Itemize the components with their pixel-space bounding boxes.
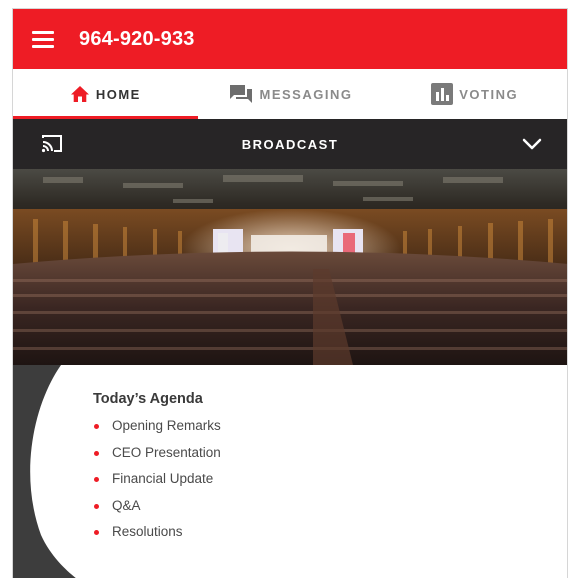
agenda-item: CEO Presentation: [93, 440, 221, 467]
agenda-list: Opening Remarks CEO Presentation Financi…: [93, 413, 221, 546]
bar-chart-icon: [431, 83, 454, 105]
tab-home-label: HOME: [95, 86, 141, 102]
tab-messaging[interactable]: MESSAGING: [198, 69, 383, 119]
home-icon: [70, 86, 89, 102]
agenda-item: Resolutions: [93, 519, 221, 546]
agenda-item: Opening Remarks: [93, 413, 221, 440]
broadcast-label: BROADCAST: [241, 136, 339, 152]
chevron-down-icon[interactable]: [521, 134, 543, 154]
header-title: 964-920-933: [79, 27, 195, 50]
tab-bar: HOME MESSAGING VOTING: [13, 69, 567, 119]
hamburger-menu-icon[interactable]: [19, 9, 67, 69]
agenda-section: Today’s Agenda Opening Remarks CEO Prese…: [13, 365, 567, 578]
agenda-title: Today’s Agenda: [93, 391, 203, 407]
agenda: Today’s Agenda Opening Remarks CEO Prese…: [93, 391, 221, 546]
header-bar: 964-920-933: [13, 9, 567, 69]
cast-icon[interactable]: [41, 134, 63, 154]
agenda-item: Financial Update: [93, 466, 221, 493]
tab-home[interactable]: HOME: [13, 69, 198, 119]
chat-icon: [229, 85, 252, 103]
app-frame: 964-920-933 HOME MESSAGING VOTING BROADC…: [12, 8, 568, 578]
broadcast-bar[interactable]: BROADCAST: [13, 119, 567, 169]
broadcast-video-image[interactable]: [13, 169, 567, 365]
tab-voting-label: VOTING: [459, 86, 519, 102]
agenda-item: Q&A: [93, 493, 221, 520]
tab-messaging-label: MESSAGING: [259, 86, 353, 102]
tab-voting[interactable]: VOTING: [382, 69, 567, 119]
